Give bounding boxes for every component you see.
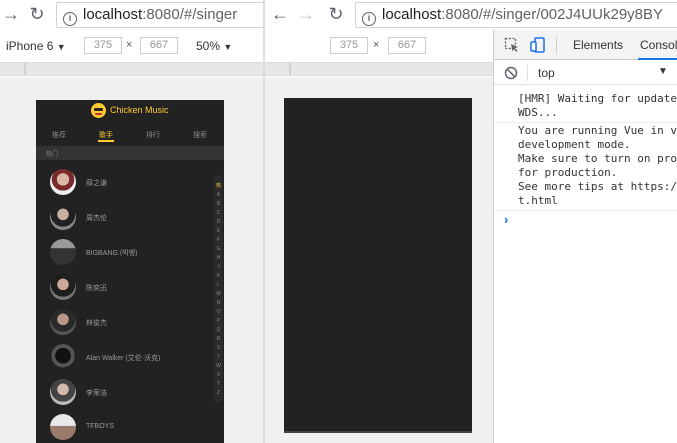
- clear-console-icon[interactable]: [504, 66, 518, 80]
- right-browser-window: ← → ↻ i localhost:8080/#/singer/002J4UUk2…: [265, 0, 677, 443]
- singer-name: 薛之谦: [86, 180, 107, 187]
- console-message: You are running Vue in vi development mo…: [518, 124, 677, 207]
- tab-elements[interactable]: Elements: [573, 38, 623, 52]
- device-toolbar: 375 × 667: [265, 34, 493, 58]
- inspect-icon[interactable]: [504, 37, 520, 53]
- shortcut-item[interactable]: Q: [214, 327, 223, 333]
- shortcut-item[interactable]: H: [214, 255, 223, 261]
- shortcut-item[interactable]: R: [214, 336, 223, 342]
- shortcut-item[interactable]: K: [214, 273, 223, 279]
- shortcut-item[interactable]: T: [214, 354, 223, 360]
- singer-item[interactable]: 林俊杰: [50, 309, 210, 337]
- tab-bar: 推荐 歌手 排行 搜索: [36, 128, 224, 144]
- shortcut-item[interactable]: D: [214, 219, 223, 225]
- singer-item[interactable]: Alan Walker (艾伦·沃克): [50, 344, 210, 372]
- device-select[interactable]: iPhone 6 ▼: [6, 39, 66, 53]
- tab-recommend[interactable]: 推荐: [44, 130, 74, 140]
- shortcut-item[interactable]: Z: [214, 390, 223, 396]
- app-header: Chicken Music: [36, 100, 224, 122]
- singer-name: 林俊杰: [86, 320, 107, 327]
- times-sign: ×: [126, 39, 133, 51]
- shortcut-item[interactable]: S: [214, 345, 223, 351]
- app-title: Chicken Music: [110, 105, 169, 115]
- singer-item[interactable]: 薛之谦: [50, 169, 210, 197]
- console-prompt[interactable]: ›: [504, 212, 508, 227]
- tab-console[interactable]: Consol: [637, 38, 677, 60]
- shortcut-item[interactable]: C: [214, 210, 223, 216]
- singer-name: 李荣浩: [86, 390, 107, 397]
- media-query-ruler: [265, 62, 493, 76]
- shortcut-item[interactable]: 热: [214, 183, 223, 189]
- singer-name: 周杰伦: [86, 215, 107, 222]
- device-toolbar: iPhone 6 ▼ 375 × 667 50% ▼: [0, 34, 263, 58]
- address-bar-row: → ↻ i localhost:8080/#/singer: [0, 0, 263, 30]
- avatar: [50, 169, 76, 195]
- shortcut-item[interactable]: F: [214, 237, 223, 243]
- avatar: [50, 309, 76, 335]
- shortcut-item[interactable]: A: [214, 192, 223, 198]
- group-title: 热门: [36, 146, 224, 160]
- shortcut-item[interactable]: X: [214, 372, 223, 378]
- shortcut-item[interactable]: Y: [214, 381, 223, 387]
- singer-name: 陈奕迅: [86, 285, 107, 292]
- singer-item[interactable]: BIGBANG (빅뱅): [50, 239, 210, 267]
- singer-name: BIGBANG (빅뱅): [86, 250, 138, 257]
- shortcut-item[interactable]: L: [214, 282, 223, 288]
- avatar: [50, 344, 76, 370]
- device-toggle-icon[interactable]: [530, 37, 546, 53]
- console-message: [HMR] Waiting for update WDS...: [518, 92, 677, 119]
- url-bar[interactable]: i localhost:8080/#/singer: [56, 2, 263, 28]
- shortcut-item[interactable]: E: [214, 228, 223, 234]
- devtools-tab-bar: Elements Consol: [494, 30, 677, 60]
- shortcut-item[interactable]: N: [214, 300, 223, 306]
- caret-down-icon: ▼: [223, 42, 233, 52]
- width-field[interactable]: 375: [84, 37, 122, 54]
- singer-name: Alan Walker (艾伦·沃克): [86, 355, 161, 362]
- singer-item[interactable]: TFBOYS: [50, 414, 210, 442]
- caret-down-icon[interactable]: ▼: [658, 66, 668, 77]
- toolbar-divider: [527, 65, 528, 81]
- times-sign: ×: [373, 39, 380, 51]
- singer-item[interactable]: 周杰伦: [50, 204, 210, 232]
- context-select[interactable]: top: [538, 66, 555, 80]
- shortcut-item[interactable]: O: [214, 309, 223, 315]
- media-query-ruler: [0, 62, 263, 76]
- width-field[interactable]: 375: [330, 37, 368, 54]
- message-separator: [494, 122, 677, 123]
- left-browser-window: → ↻ i localhost:8080/#/singer iPhone 6 ▼ …: [0, 0, 263, 443]
- caret-down-icon: ▼: [56, 42, 66, 52]
- info-icon[interactable]: i: [63, 12, 77, 26]
- reload-icon[interactable]: ↻: [26, 3, 48, 25]
- logo-icon: [91, 103, 106, 118]
- avatar: [50, 414, 76, 440]
- tab-singer[interactable]: 歌手: [91, 130, 121, 142]
- shortcut-item[interactable]: J: [214, 264, 223, 270]
- message-separator: [494, 210, 677, 211]
- tab-search[interactable]: 搜索: [185, 130, 215, 140]
- shortcut-item[interactable]: W: [214, 363, 223, 369]
- singer-item[interactable]: 李荣浩: [50, 379, 210, 407]
- singer-item[interactable]: 陈奕迅: [50, 274, 210, 302]
- avatar: [50, 204, 76, 230]
- singer-name: TFBOYS: [86, 423, 115, 430]
- shortcut-list[interactable]: 热ABCDEFGHJKLMNOPQRSTWXYZ: [214, 175, 223, 403]
- tab-rank[interactable]: 排行: [138, 130, 168, 140]
- forward-icon[interactable]: →: [0, 3, 22, 25]
- shortcut-item[interactable]: B: [214, 201, 223, 207]
- toolbar-divider: [556, 37, 557, 53]
- avatar: [50, 274, 76, 300]
- shortcut-item[interactable]: G: [214, 246, 223, 252]
- device-emulation-area: 375 × 667: [265, 0, 493, 443]
- avatar: [50, 379, 76, 405]
- shortcut-item[interactable]: P: [214, 318, 223, 324]
- height-field[interactable]: 667: [388, 37, 426, 54]
- zoom-select[interactable]: 50% ▼: [196, 39, 232, 53]
- phone-viewport-blank: [284, 98, 472, 433]
- devtools-panel: Elements Consol top ▼ [HMR] Waiting for …: [493, 30, 677, 443]
- avatar: [50, 239, 76, 265]
- console-toolbar: top ▼: [494, 61, 677, 85]
- phone-viewport: Chicken Music 推荐 歌手 排行 搜索 热门 薛之谦 周杰伦 BIG…: [36, 100, 224, 443]
- height-field[interactable]: 667: [140, 37, 178, 54]
- shortcut-item[interactable]: M: [214, 291, 223, 297]
